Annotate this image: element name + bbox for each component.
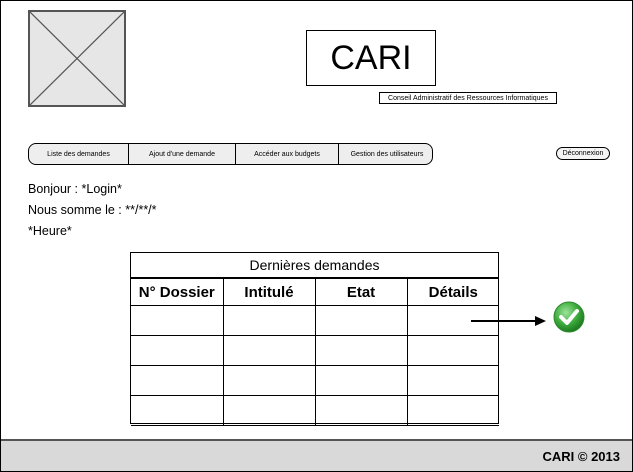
nav-item-budgets[interactable]: Accéder aux budgets — [236, 144, 339, 164]
table-cell — [314, 305, 408, 336]
table-row[interactable] — [131, 335, 499, 366]
table-cell — [131, 335, 224, 366]
table-cell — [314, 335, 408, 366]
table-row[interactable] — [131, 395, 499, 426]
table-cell — [131, 395, 224, 426]
table-cell — [131, 305, 224, 336]
logout-button[interactable]: Déconnexion — [556, 147, 610, 160]
col-header-intitule: Intitulé — [222, 278, 316, 306]
footer-copyright: CARI © 2013 — [542, 449, 621, 464]
requests-grid: N° Dossier Intitulé Etat Détails — [131, 278, 499, 426]
arrow-right-icon — [471, 316, 546, 326]
image-placeholder-icon — [30, 12, 124, 105]
app-subtitle: Conseil Administratif des Ressources Inf… — [379, 92, 557, 104]
table-cell — [222, 395, 316, 426]
table-title: Dernières demandes — [131, 253, 498, 278]
nav-item-liste-demandes[interactable]: Liste des demandes — [29, 144, 129, 164]
recent-requests-table: Dernières demandes N° Dossier Intitulé E… — [130, 252, 499, 426]
col-header-etat: Etat — [314, 278, 408, 306]
greeting-time: *Heure* — [28, 224, 72, 238]
greeting-login: Bonjour : *Login* — [28, 182, 122, 196]
table-cell — [314, 365, 408, 396]
table-row[interactable] — [131, 305, 499, 336]
nav-item-gestion-utilisateurs[interactable]: Gestion des utilisateurs — [339, 144, 432, 164]
nav-item-ajout-demande[interactable]: Ajout d'une demande — [129, 144, 236, 164]
col-header-details: Détails — [406, 278, 499, 306]
app-title: CARI — [306, 30, 436, 86]
logo-placeholder — [28, 10, 126, 107]
col-header-dossier: N° Dossier — [131, 278, 224, 306]
table-cell — [222, 305, 316, 336]
table-header-row: N° Dossier Intitulé Etat Détails — [131, 278, 499, 306]
table-cell — [131, 365, 224, 396]
footer: CARI © 2013 — [1, 439, 632, 471]
table-row[interactable] — [131, 365, 499, 396]
main-nav: Liste des demandes Ajout d'une demande A… — [28, 143, 433, 165]
table-cell-details[interactable] — [406, 395, 499, 426]
greeting-date: Nous somme le : **/**/* — [28, 203, 157, 217]
table-cell — [314, 395, 408, 426]
table-cell-details[interactable] — [406, 365, 499, 396]
table-cell — [222, 365, 316, 396]
table-cell — [222, 335, 316, 366]
table-cell-details[interactable] — [406, 335, 499, 366]
green-check-icon — [553, 301, 585, 333]
